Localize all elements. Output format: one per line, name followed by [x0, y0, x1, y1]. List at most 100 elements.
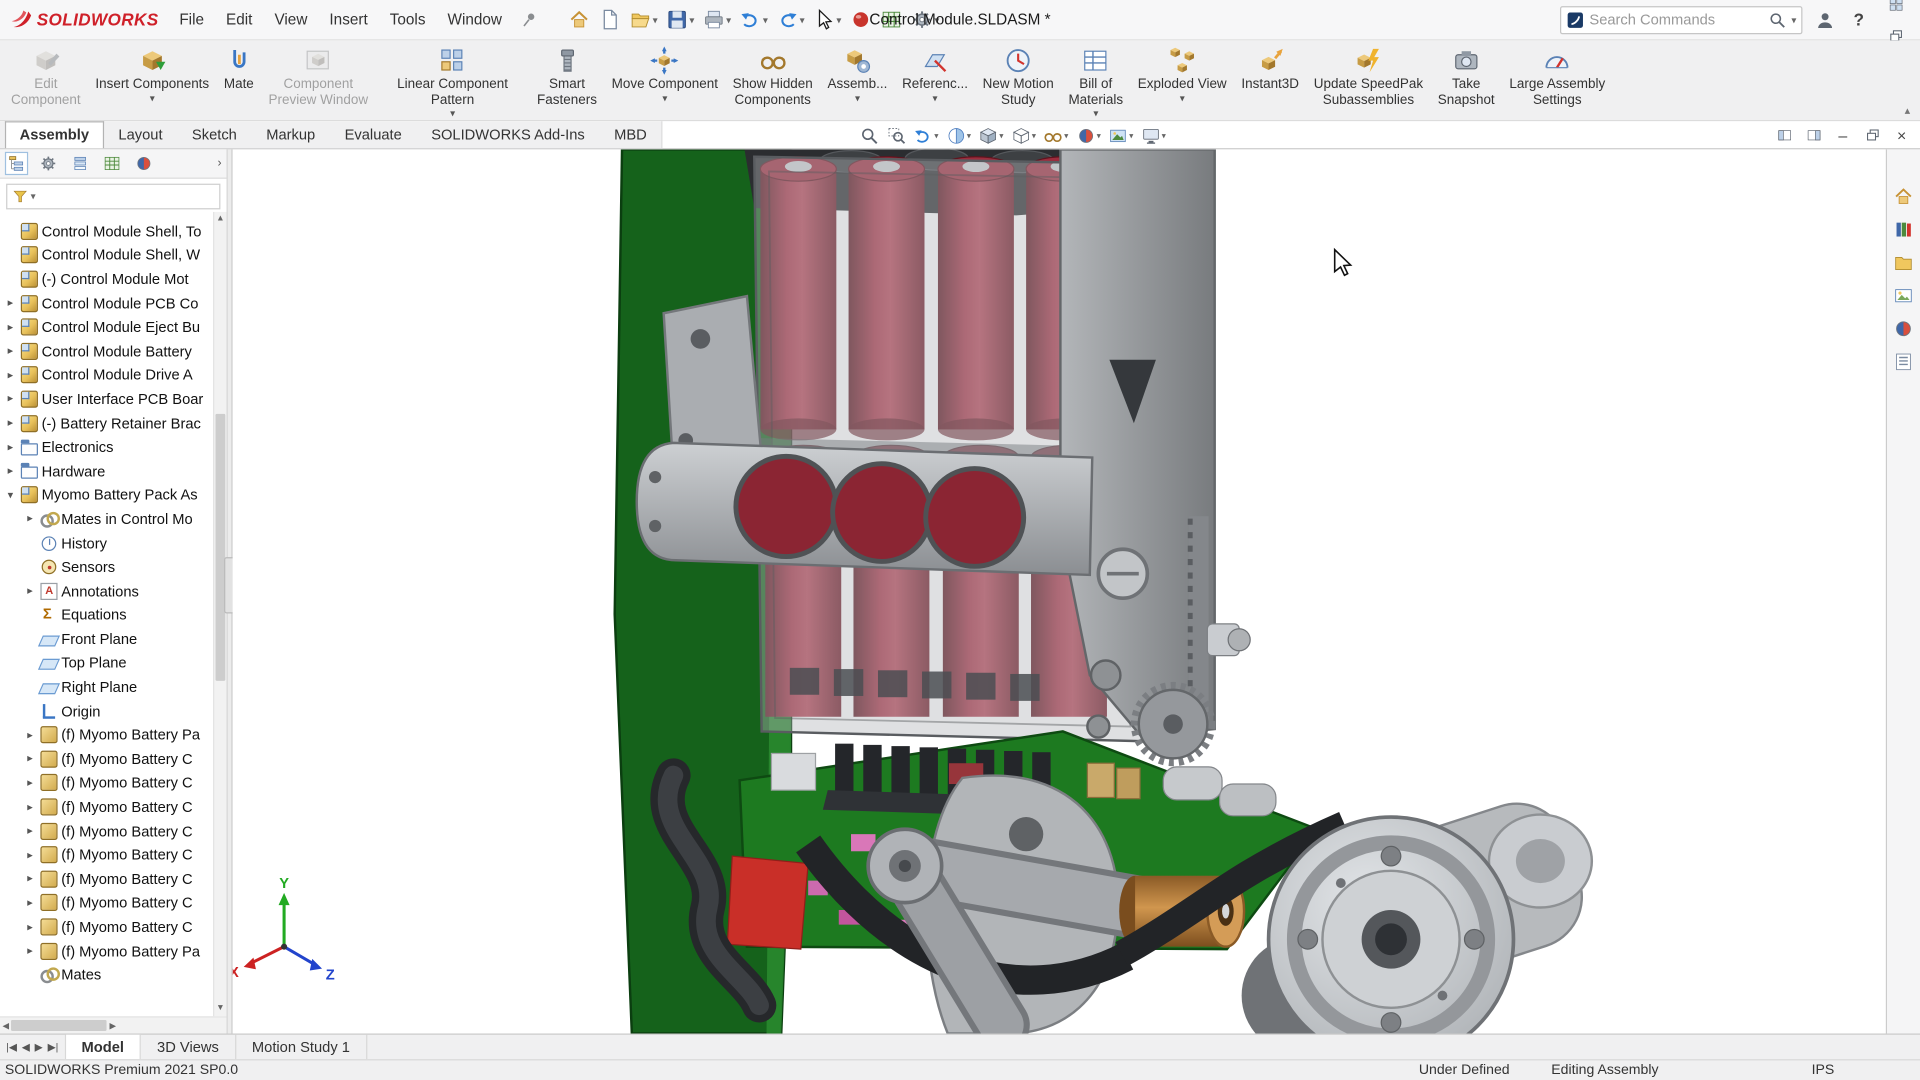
pin-menu-icon[interactable]	[520, 11, 537, 28]
view-settings-button[interactable]: ▾	[1138, 126, 1168, 146]
tree-item[interactable]: Front Plane	[0, 627, 227, 651]
user-account-icon[interactable]	[1810, 5, 1839, 34]
open-button[interactable]: ▾	[626, 4, 662, 36]
tree-item[interactable]: ▸(f) Myomo Battery C	[0, 891, 227, 915]
tree-item[interactable]: ▸Mates in Control Mo	[0, 507, 227, 531]
tree-item[interactable]: ▸(f) Myomo Battery C	[0, 771, 227, 795]
tab-motion-study-1[interactable]: Motion Study 1	[236, 1035, 367, 1059]
edit-appearance-button[interactable]: ▾	[1073, 126, 1103, 146]
tree-item[interactable]: ▸(f) Myomo Battery Pa	[0, 939, 227, 963]
search-dropdown-caret-icon[interactable]: ▾	[1791, 14, 1796, 25]
tree-item[interactable]: ▸(f) Myomo Battery C	[0, 747, 227, 771]
dropdown-caret-icon[interactable]: ▾	[150, 92, 155, 103]
expand-arrow-icon[interactable]: ▸	[4, 440, 17, 453]
dimxpertmanager-tab[interactable]	[100, 152, 123, 175]
dropdown-caret-icon[interactable]: ▾	[855, 92, 860, 103]
battery-retainer-bracket[interactable]	[637, 443, 1093, 575]
scroll-first-button[interactable]: |◀	[6, 1040, 17, 1053]
scrollbar-thumb[interactable]	[216, 414, 226, 681]
dropdown-caret-icon[interactable]: ▾	[689, 14, 694, 25]
expand-arrow-icon[interactable]: ▾	[4, 488, 17, 501]
dropdown-caret-icon[interactable]: ▾	[450, 108, 455, 119]
scroll-next-button[interactable]: ▶	[35, 1040, 43, 1053]
doc-pane-left-button[interactable]	[1771, 123, 1798, 147]
tree-item[interactable]: ▸User Interface PCB Boar	[0, 387, 227, 411]
expand-arrow-icon[interactable]: ▸	[4, 416, 17, 429]
expand-arrow-icon[interactable]: ▸	[23, 800, 36, 813]
expand-arrow-icon[interactable]: ▸	[23, 584, 36, 597]
tree-item[interactable]: Sensors	[0, 555, 227, 579]
tab-layout[interactable]: Layout	[104, 121, 178, 148]
linear-component-pattern-button[interactable]: Linear Component Pattern▾	[377, 43, 529, 120]
tab-evaluate[interactable]: Evaluate	[330, 121, 417, 148]
file-explorer-button[interactable]	[1889, 247, 1918, 276]
expand-arrow-icon[interactable]: ▸	[23, 728, 36, 741]
tree-item[interactable]: Mates	[0, 963, 227, 987]
dropdown-caret-icon[interactable]: ▾	[662, 92, 667, 103]
search-icon[interactable]	[1768, 10, 1786, 28]
solidworks-resources-button[interactable]	[1889, 181, 1918, 210]
dropdown-caret-icon[interactable]: ▾	[1064, 130, 1068, 140]
tree-item[interactable]: ▸(f) Myomo Battery Pa	[0, 723, 227, 747]
menu-window[interactable]: Window	[437, 0, 513, 40]
dropdown-caret-icon[interactable]: ▾	[1162, 130, 1166, 140]
filter-caret-icon[interactable]: ▾	[31, 191, 36, 202]
tree-item[interactable]: Control Module Shell, To	[0, 219, 227, 243]
zoom-area-button[interactable]	[884, 126, 908, 146]
tree-item[interactable]: ▸Control Module PCB Co	[0, 291, 227, 315]
ribbon-collapse-button[interactable]: ▴	[1905, 104, 1911, 117]
dropdown-caret-icon[interactable]: ▾	[1097, 130, 1101, 140]
dropdown-caret-icon[interactable]: ▾	[999, 130, 1003, 140]
expand-arrow-icon[interactable]: ▸	[4, 464, 17, 477]
tree-item[interactable]: Top Plane	[0, 651, 227, 675]
units-indicator[interactable]: IPS	[1812, 1063, 1835, 1078]
view-orientation-button[interactable]: ▾	[976, 126, 1006, 146]
tab-markup[interactable]: Markup	[252, 121, 330, 148]
dropdown-caret-icon[interactable]: ▾	[933, 92, 938, 103]
tree-item[interactable]: Control Module Shell, W	[0, 243, 227, 267]
tree-item[interactable]: History	[0, 531, 227, 555]
expand-arrow-icon[interactable]: ▸	[23, 944, 36, 957]
expand-arrow-icon[interactable]: ▸	[23, 752, 36, 765]
show-hidden-components-button[interactable]: Show Hidden Components	[727, 43, 819, 120]
redo-button[interactable]: ▾	[773, 4, 809, 36]
expand-arrow-icon[interactable]: ▸	[23, 848, 36, 861]
dropdown-caret-icon[interactable]: ▾	[800, 14, 805, 25]
tree-item[interactable]: Equations	[0, 603, 227, 627]
assembly-features-button[interactable]: Assemb...▾	[821, 43, 893, 120]
section-view-button[interactable]: ▾	[943, 126, 973, 146]
3d-model-canvas[interactable]: Y X Z	[233, 149, 1886, 1033]
filter-funnel-icon[interactable]	[12, 189, 28, 205]
update-speedpak-subassemblies-button[interactable]: Update SpeedPak Subassemblies	[1308, 43, 1430, 120]
doc-restore-button[interactable]	[1859, 123, 1886, 147]
hide-show-items-button[interactable]: ▾	[1041, 126, 1071, 146]
featuremanager-design-tree-tab[interactable]	[5, 152, 28, 175]
design-library-button[interactable]	[1889, 214, 1918, 243]
expand-arrow-icon[interactable]: ▸	[23, 920, 36, 933]
expand-arrow-icon[interactable]: ▸	[4, 368, 17, 381]
tree-item[interactable]: ▸(f) Myomo Battery C	[0, 915, 227, 939]
dropdown-caret-icon[interactable]: ▾	[836, 14, 841, 25]
tree-item[interactable]: ▸Control Module Battery	[0, 339, 227, 363]
expand-arrow-icon[interactable]: ▸	[4, 296, 17, 309]
previous-view-button[interactable]: ▾	[911, 126, 941, 146]
tree-item[interactable]: ▸Hardware	[0, 459, 227, 483]
configurationmanager-tab[interactable]	[69, 152, 92, 175]
dropdown-caret-icon[interactable]: ▾	[967, 130, 971, 140]
search-input[interactable]	[1589, 11, 1763, 28]
reference-geometry-button[interactable]: Referenc...▾	[896, 43, 974, 120]
menu-file[interactable]: File	[168, 0, 215, 40]
expand-arrow-icon[interactable]: ▸	[4, 392, 17, 405]
smart-fasteners-button[interactable]: Smart Fasteners	[531, 43, 603, 120]
tab-model[interactable]: Model	[66, 1035, 142, 1059]
window-layout-button[interactable]	[1878, 0, 1912, 20]
undo-button[interactable]: ▾	[736, 4, 772, 36]
tab-3d-views[interactable]: 3D Views	[141, 1035, 236, 1059]
doc-close-button[interactable]: ×	[1888, 123, 1915, 147]
help-button[interactable]: ?	[1847, 10, 1871, 30]
tab-mbd[interactable]: MBD	[599, 121, 661, 148]
apply-scene-button[interactable]: ▾	[1106, 126, 1136, 146]
dropdown-caret-icon[interactable]: ▾	[1180, 92, 1185, 103]
bill-of-materials-button[interactable]: Bill of Materials▾	[1062, 43, 1129, 120]
custom-properties-button[interactable]	[1889, 347, 1918, 376]
